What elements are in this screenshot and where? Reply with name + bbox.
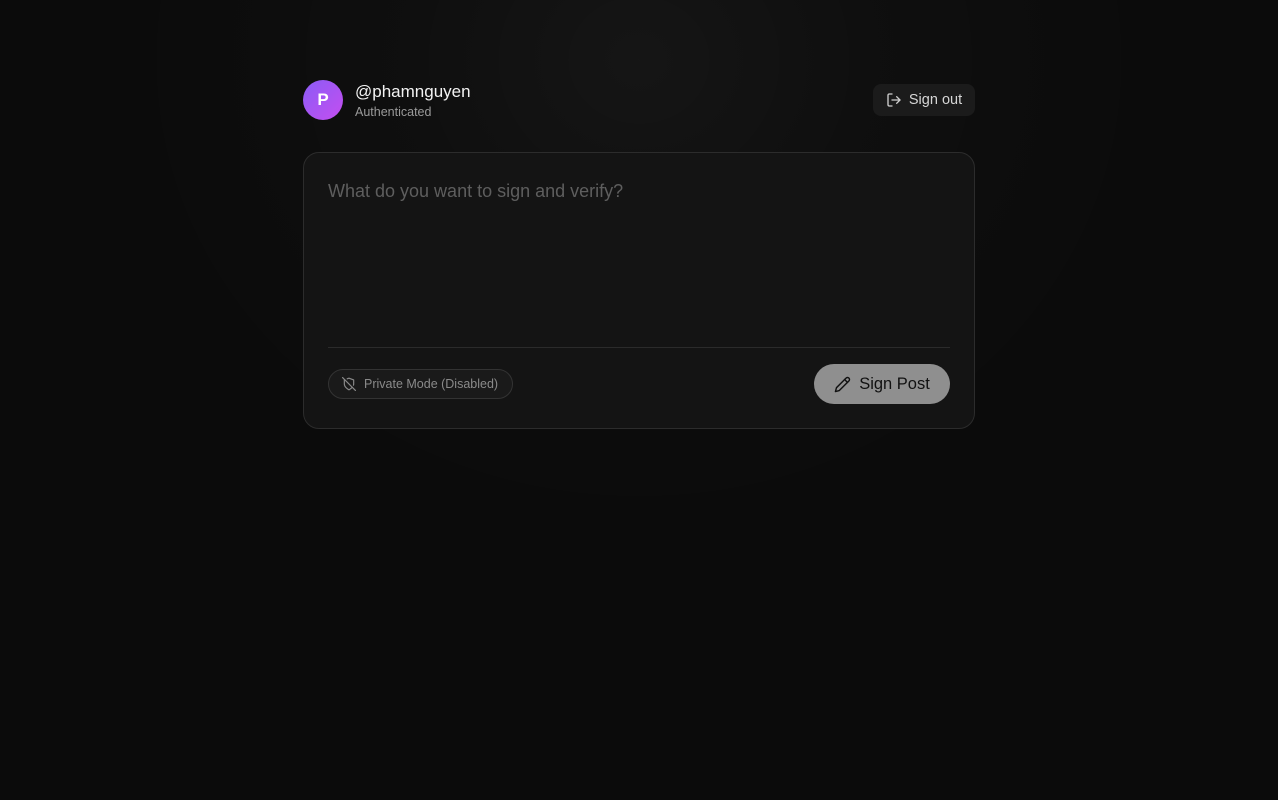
username: @phamnguyen bbox=[355, 82, 471, 101]
sign-post-label: Sign Post bbox=[859, 374, 930, 393]
pen-icon bbox=[834, 376, 851, 393]
sign-post-button[interactable]: Sign Post bbox=[814, 364, 950, 404]
sign-out-button[interactable]: Sign out bbox=[873, 84, 975, 116]
post-input[interactable] bbox=[328, 177, 950, 345]
auth-status: Authenticated bbox=[355, 105, 432, 119]
divider bbox=[328, 347, 950, 348]
private-mode-toggle[interactable]: Private Mode (Disabled) bbox=[328, 369, 513, 399]
avatar: P bbox=[303, 80, 343, 120]
user-header: P @phamnguyen Authenticated Sign out bbox=[303, 80, 975, 120]
app-page: P @phamnguyen Authenticated Sign out Wha… bbox=[0, 0, 1278, 800]
avatar-initial: P bbox=[317, 90, 329, 109]
compose-card: Private Mode (Disabled) Sign Post bbox=[303, 152, 975, 429]
sign-out-label: Sign out bbox=[908, 92, 963, 108]
log-out-icon bbox=[886, 92, 902, 108]
shield-off-icon bbox=[342, 377, 356, 391]
private-mode-label: Private Mode (Disabled) bbox=[364, 377, 499, 391]
